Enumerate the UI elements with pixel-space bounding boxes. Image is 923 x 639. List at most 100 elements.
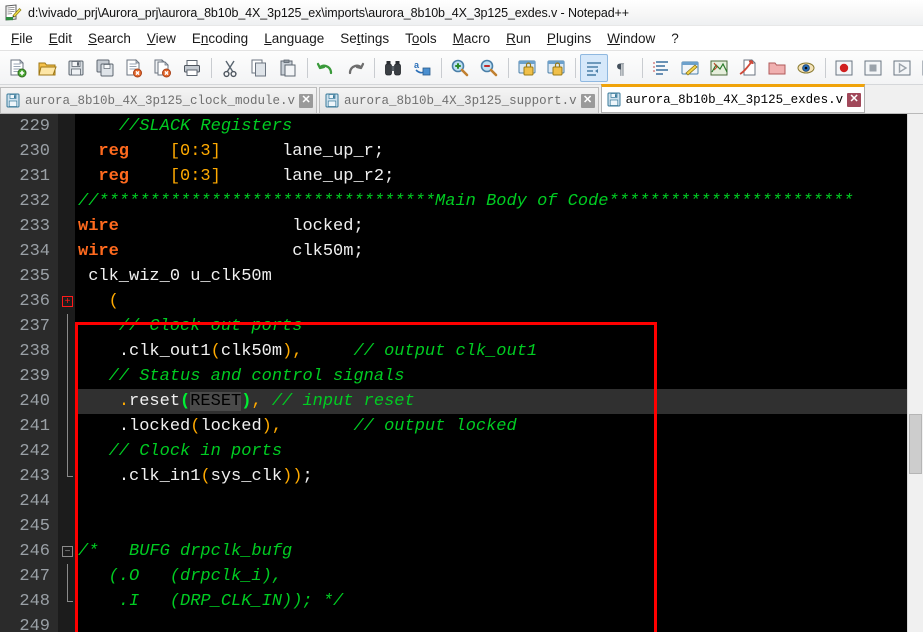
code-line[interactable]: 245 — [0, 514, 923, 539]
menu-bar: File Edit Search View Encoding Language Settin… — [0, 26, 923, 51]
tab-close-icon[interactable]: ✕ — [299, 93, 314, 108]
menu-item-encoding[interactable]: Encoding — [184, 29, 256, 48]
toolbar-separator — [307, 57, 308, 78]
code-text: /* BUFG drpclk_bufg — [78, 539, 292, 564]
menu-item-settings[interactable]: Settings — [332, 29, 397, 48]
toolbar-folder-as-workspace-icon[interactable] — [763, 54, 791, 82]
code-text: .I (DRP_CLK_IN)); */ — [78, 589, 343, 614]
toolbar-word-wrap-icon[interactable] — [580, 53, 608, 82]
toolbar-redo-arrow-icon[interactable] — [341, 54, 369, 82]
code-line[interactable]: 246 −/* BUFG drpclk_bufg — [0, 539, 923, 564]
tab-2[interactable]: aurora_8b10b_4X_3p125_exdes.v ✕ — [600, 84, 866, 113]
code-line[interactable]: 242 // Clock in ports — [0, 439, 923, 464]
code-line[interactable]: 243 .clk_in1(sys_clk)); — [0, 464, 923, 489]
code-line[interactable]: 237 // Clock out ports — [0, 314, 923, 339]
menu-item-plugins[interactable]: Plugins — [539, 29, 599, 48]
code-line[interactable]: 240 .reset(RESET), // input reset — [0, 389, 923, 414]
saved-document-icon — [607, 92, 621, 107]
toolbar-cut-scissors-icon[interactable] — [216, 54, 244, 82]
code-line[interactable]: 230 reg [0:3] lane_up_r; — [0, 139, 923, 164]
toolbar-macro-play-icon[interactable] — [888, 54, 916, 82]
menu-item-window[interactable]: Window — [599, 29, 663, 48]
menu-item-view[interactable]: View — [139, 29, 184, 48]
token: ) — [282, 342, 293, 361]
toolbar-sync-vertical-scroll-icon[interactable] — [513, 54, 541, 82]
toolbar-document-map-icon[interactable] — [705, 54, 733, 82]
code-line[interactable]: 239 // Status and control signals — [0, 364, 923, 389]
toolbar-undo-arrow-icon[interactable] — [312, 54, 340, 82]
token: (.O (drpclk_i), — [78, 567, 283, 586]
menu-item-tools[interactable]: Tools — [397, 29, 445, 48]
code-line[interactable]: 247 (.O (drpclk_i), — [0, 564, 923, 589]
toolbar-macro-run-multiple-icon[interactable] — [917, 54, 923, 82]
code-line[interactable]: 231 reg [0:3] lane_up_r2; — [0, 164, 923, 189]
code-line[interactable]: 244 — [0, 489, 923, 514]
code-line[interactable]: 233 wire locked; — [0, 214, 923, 239]
code-line[interactable]: 234 wire clk50m; — [0, 239, 923, 264]
toolbar-save-all-icon[interactable] — [91, 54, 119, 82]
menu-item-edit[interactable]: Edit — [41, 29, 80, 48]
code-text: // Clock in ports — [78, 439, 282, 464]
toolbar-new-file-icon[interactable] — [4, 54, 32, 82]
line-number: 240 — [19, 392, 50, 411]
code-line[interactable]: 229 //SLACK Registers — [0, 114, 923, 139]
code-line[interactable]: 241 .locked(locked), // output locked — [0, 414, 923, 439]
menu-item-search[interactable]: Search — [80, 29, 139, 48]
code-line[interactable]: 248 .I (DRP_CLK_IN)); */ — [0, 589, 923, 614]
line-number: 230 — [19, 142, 50, 161]
code-line[interactable]: 249 — [0, 614, 923, 632]
toolbar-print-icon[interactable] — [178, 54, 206, 82]
code-text: // Status and control signals — [78, 364, 405, 389]
tab-label: aurora_8b10b_4X_3p125_exdes.v — [625, 92, 844, 107]
toolbar-monitoring-eye-icon[interactable] — [792, 54, 820, 82]
toolbar-show-indent-guide-icon[interactable] — [647, 54, 675, 82]
menu-item-file[interactable]: File — [3, 29, 41, 48]
toolbar-open-file-icon[interactable] — [33, 54, 61, 82]
toolbar-user-defined-dialog-icon[interactable] — [676, 54, 704, 82]
toolbar-separator — [575, 57, 576, 78]
toolbar-sync-horizontal-scroll-icon[interactable] — [542, 54, 570, 82]
toolbar-replace-icon[interactable]: a — [408, 54, 436, 82]
code-text: ( — [78, 289, 119, 314]
token: //*********************************Main … — [78, 192, 854, 211]
line-number: 249 — [19, 617, 50, 632]
code-line[interactable]: 232 //*********************************Ma… — [0, 189, 923, 214]
menu-item-language[interactable]: Language — [256, 29, 332, 48]
menu-item-run[interactable]: Run — [498, 29, 539, 48]
toolbar-zoom-out-icon[interactable] — [475, 54, 503, 82]
menu-item-[interactable]: ? — [663, 29, 687, 48]
toolbar-save-icon[interactable] — [62, 54, 90, 82]
tab-close-icon[interactable]: ✕ — [847, 92, 862, 107]
token: locked; — [292, 217, 364, 236]
line-number: 239 — [19, 367, 50, 386]
vertical-scrollbar-thumb[interactable] — [909, 414, 922, 474]
menu-item-macro[interactable]: Macro — [445, 29, 499, 48]
toolbar-show-all-characters-icon[interactable]: ¶ — [609, 54, 637, 82]
token: reg — [98, 167, 130, 186]
vertical-scrollbar[interactable] — [907, 114, 923, 632]
toolbar-macro-stop-icon[interactable] — [859, 54, 887, 82]
code-text: .reset(RESET), // input reset — [78, 389, 415, 414]
toolbar-copy-icon[interactable] — [245, 54, 273, 82]
toolbar-function-list-icon[interactable] — [734, 54, 762, 82]
tab-1[interactable]: aurora_8b10b_4X_3p125_support.v ✕ — [319, 87, 599, 113]
toolbar-find-binoculars-icon[interactable] — [379, 54, 407, 82]
toolbar-zoom-in-icon[interactable] — [446, 54, 474, 82]
toolbar-paste-icon[interactable] — [274, 54, 302, 82]
toolbar-close-all-files-icon[interactable] — [149, 54, 177, 82]
fold-collapse-icon[interactable]: − — [62, 546, 73, 557]
toolbar-close-file-icon[interactable] — [120, 54, 148, 82]
saved-document-icon — [6, 93, 20, 108]
code-editor[interactable]: 229 //SLACK Registers 230 reg [0:3] lane_… — [0, 114, 923, 632]
tab-close-icon[interactable]: ✕ — [580, 93, 595, 108]
fold-expand-icon[interactable]: + — [62, 296, 73, 307]
code-line[interactable]: 238 .clk_out1(clk50m), // output clk_out… — [0, 339, 923, 364]
code-line[interactable]: 236 + ( — [0, 289, 923, 314]
tab-0[interactable]: aurora_8b10b_4X_3p125_clock_module.v ✕ — [0, 87, 318, 113]
code-line[interactable]: 235 clk_wiz_0 u_clk50m — [0, 264, 923, 289]
window-title: d:\vivado_prj\Aurora_prj\aurora_8b10b_4X… — [28, 5, 629, 20]
toolbar-macro-record-icon[interactable] — [830, 54, 858, 82]
